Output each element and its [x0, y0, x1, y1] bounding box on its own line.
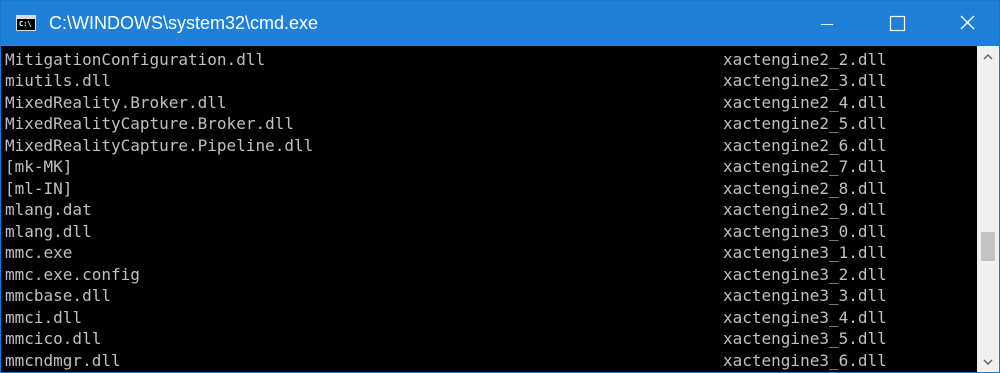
console-line: MixedRealityCapture.Pipeline.dll xactengi…	[1, 135, 977, 157]
file-entry: MixedRealityCapture.Broker.dll	[5, 114, 294, 133]
console-line: mmcico.dll xactengine3_5.dll	[1, 328, 977, 350]
file-entry: xactengine2_3.dll	[723, 71, 887, 90]
console-line: mlang.dat xactengine2_9.dll	[1, 199, 977, 221]
scroll-down-button[interactable]	[977, 351, 999, 372]
console-line: MixedRealityCapture.Broker.dll xactengine…	[1, 113, 977, 135]
console-line: [ml-IN] xactengine2_8.dll	[1, 178, 977, 200]
file-entry: MitigationConfiguration.dll	[5, 49, 266, 69]
file-entry: MixedReality.Broker.dll	[5, 92, 227, 112]
file-entry: mmc.exe	[5, 243, 73, 262]
file-entry: xactengine2_9.dll	[723, 200, 887, 219]
file-entry: mmci.dll	[5, 307, 83, 327]
console-line: MixedReality.Broker.dll xactengine2_4.dll	[1, 92, 977, 114]
console-line: mmc.exe.config xactengine3_2.dll	[1, 264, 977, 286]
close-icon	[960, 15, 975, 30]
file-entry: xactengine3_0.dll	[723, 221, 887, 241]
close-button[interactable]	[944, 1, 990, 46]
file-entry: mlang.dat	[5, 200, 92, 219]
console-line: mmcbase.dll xactengine3_3.dll	[1, 285, 977, 307]
console-line: miutils.dll xactengine2_3.dll	[1, 70, 977, 92]
minimize-button[interactable]	[804, 1, 850, 46]
chevron-down-icon	[983, 359, 993, 366]
file-entry: xactengine3_5.dll	[723, 329, 887, 348]
title-bar[interactable]: C:\ C:\WINDOWS\system32\cmd.exe	[1, 1, 999, 46]
console-line: [mk-MK] xactengine2_7.dll	[1, 156, 977, 178]
console-line: mlang.dll xactengine3_0.dll	[1, 221, 977, 243]
file-entry: mmcico.dll	[5, 329, 102, 348]
file-entry: miutils.dll	[5, 71, 111, 90]
file-entry: mmcndmgr.dll	[5, 350, 121, 370]
console-line: mmcndmgr.dll xactengine3_6.dll	[1, 350, 977, 372]
file-entry: xactengine2_2.dll	[723, 49, 887, 69]
cmd-window: C:\ C:\WINDOWS\system32\cmd.exe Mitigati…	[0, 0, 1000, 373]
file-entry: xactengine3_2.dll	[723, 264, 887, 284]
file-entry: [mk-MK]	[5, 157, 73, 176]
file-entry: xactengine2_5.dll	[723, 114, 887, 133]
vertical-scrollbar[interactable]	[977, 46, 999, 372]
file-entry: xactengine2_4.dll	[723, 92, 887, 112]
file-entry: xactengine3_6.dll	[723, 350, 887, 370]
maximize-button[interactable]	[874, 1, 920, 46]
scroll-thumb[interactable]	[981, 232, 995, 261]
minimize-icon	[821, 24, 833, 25]
file-entry: mlang.dll	[5, 221, 92, 241]
chevron-up-icon	[983, 53, 993, 60]
file-entry: xactengine3_4.dll	[723, 307, 887, 327]
file-entry: mmc.exe.config	[5, 264, 140, 284]
file-entry: xactengine2_7.dll	[723, 157, 887, 176]
file-entry: MixedRealityCapture.Pipeline.dll	[5, 135, 314, 155]
cmd-prompt-icon-text: C:\	[19, 20, 32, 28]
maximize-icon	[889, 15, 906, 32]
console-line: mmc.exe xactengine3_1.dll	[1, 242, 977, 264]
file-entry: xactengine3_1.dll	[723, 243, 887, 262]
file-entry: mmcbase.dll	[5, 286, 111, 305]
file-entry: xactengine2_8.dll	[723, 178, 887, 198]
file-entry: [ml-IN]	[5, 178, 73, 198]
file-entry: xactengine3_3.dll	[723, 286, 887, 305]
scroll-up-button[interactable]	[977, 46, 999, 68]
console-line: mmci.dll xactengine3_4.dll	[1, 307, 977, 329]
console-output[interactable]: MitigationConfiguration.dll xactengine2_2…	[1, 46, 977, 372]
file-entry: xactengine2_6.dll	[723, 135, 887, 155]
cmd-prompt-icon[interactable]: C:\	[16, 15, 36, 31]
console-line: MitigationConfiguration.dll xactengine2_2…	[1, 49, 977, 71]
window-title: C:\WINDOWS\system32\cmd.exe	[49, 13, 319, 33]
